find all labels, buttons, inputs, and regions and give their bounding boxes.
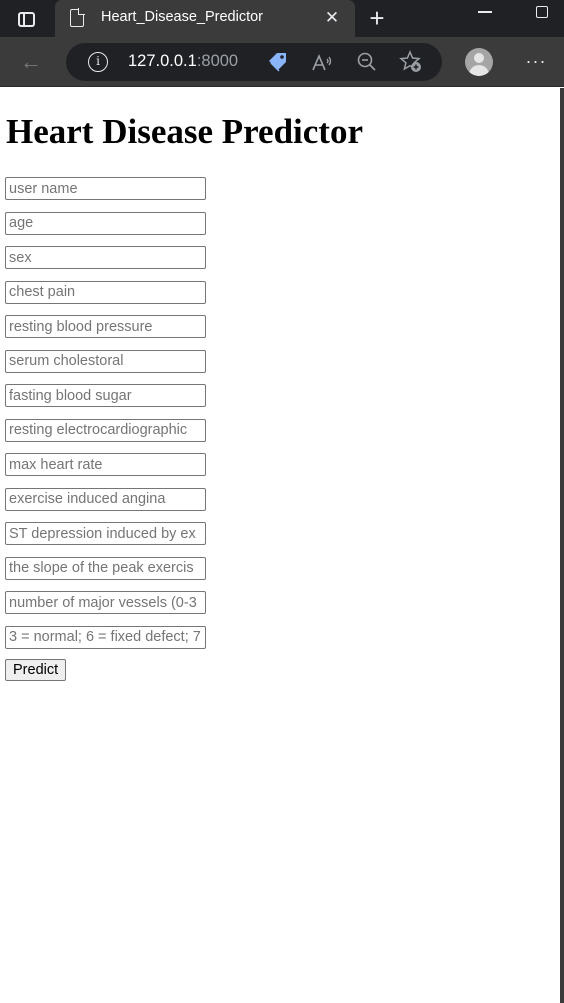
thal-input[interactable] — [5, 625, 206, 649]
settings-menu-icon[interactable]: ··· — [524, 51, 548, 71]
tab-title: Heart_Disease_Predictor — [101, 9, 263, 25]
age-input[interactable] — [5, 211, 206, 235]
fasting-blood-sugar-input[interactable] — [5, 384, 206, 407]
resting-ecg-input[interactable] — [5, 418, 206, 442]
user-name-input[interactable] — [5, 177, 206, 200]
info-icon[interactable]: i — [88, 52, 108, 72]
browser-window: Heart_Disease_Predictor ✕ + ← i 127.0.0.… — [0, 0, 564, 1003]
page-icon — [70, 8, 85, 27]
resting-blood-pressure-input[interactable] — [5, 315, 206, 338]
exercise-angina-input[interactable] — [5, 487, 206, 511]
tag-icon[interactable] — [266, 52, 288, 72]
serum-cholesterol-input[interactable] — [5, 349, 206, 373]
profile-avatar-icon[interactable] — [465, 48, 493, 76]
active-tab[interactable]: Heart_Disease_Predictor ✕ — [55, 0, 355, 37]
address-bar[interactable]: i 127.0.0.1:8000 — [66, 43, 442, 81]
page-title: Heart Disease Predictor — [6, 112, 363, 151]
major-vessels-input[interactable] — [5, 591, 206, 614]
window-edge — [560, 88, 564, 1003]
tab-strip: Heart_Disease_Predictor ✕ + — [0, 0, 564, 37]
chest-pain-input[interactable] — [5, 280, 206, 304]
url-host: 127.0.0.1 — [128, 52, 197, 70]
back-button[interactable]: ← — [18, 49, 44, 75]
page-viewport: Heart Disease Predictor Predict — [0, 88, 560, 1003]
browser-toolbar: ← i 127.0.0.1:8000 ··· — [0, 37, 564, 87]
maximize-window-button[interactable] — [536, 6, 548, 18]
add-favorite-icon[interactable] — [399, 50, 423, 74]
close-tab-icon[interactable]: ✕ — [322, 8, 342, 28]
minimize-window-button[interactable] — [478, 11, 492, 13]
prediction-form: Predict — [5, 177, 245, 681]
st-slope-input[interactable] — [5, 556, 206, 580]
url-port: :8000 — [196, 52, 239, 70]
zoom-out-icon[interactable] — [356, 51, 378, 73]
st-depression-input[interactable] — [5, 522, 206, 545]
url-text[interactable]: 127.0.0.1:8000 — [128, 52, 238, 71]
predict-button[interactable]: Predict — [5, 659, 67, 681]
new-tab-button[interactable]: + — [365, 5, 389, 31]
read-aloud-icon[interactable] — [311, 53, 333, 73]
sex-input[interactable] — [5, 246, 206, 269]
max-heart-rate-input[interactable] — [5, 453, 206, 476]
tab-actions-icon[interactable] — [8, 6, 44, 32]
